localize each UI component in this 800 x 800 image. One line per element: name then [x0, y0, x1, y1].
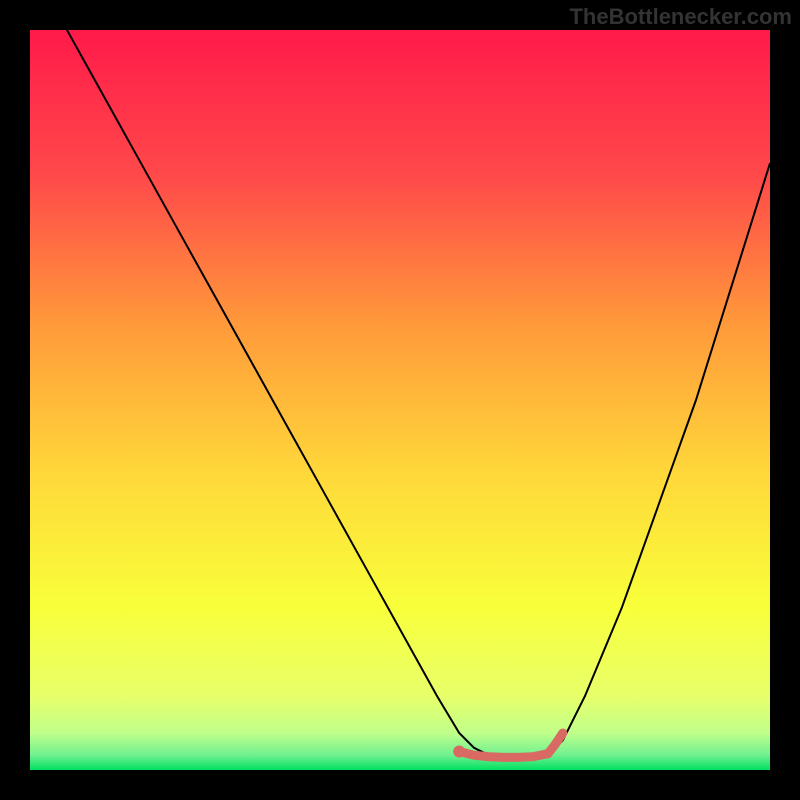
bottleneck-curve — [30, 30, 770, 759]
flat-region-highlight — [459, 733, 563, 757]
flat-region-start-dot — [453, 746, 465, 758]
chart-svg — [30, 30, 770, 770]
watermark-text: TheBottlenecker.com — [569, 4, 792, 30]
plot-area — [30, 30, 770, 770]
